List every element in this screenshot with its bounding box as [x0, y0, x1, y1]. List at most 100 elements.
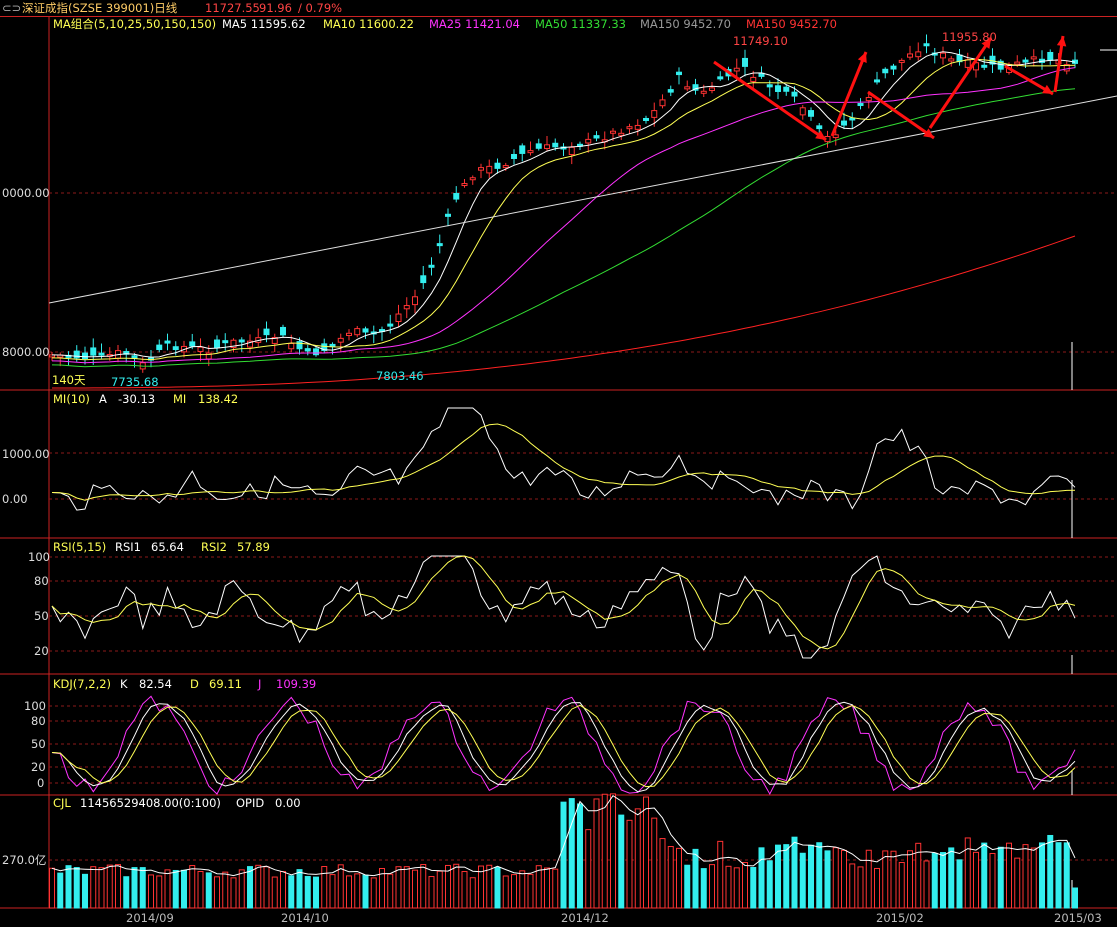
mi-panel[interactable] — [51, 407, 1076, 511]
ma50-label: MA50 11337.33 — [535, 17, 626, 31]
candle-body — [717, 76, 724, 80]
candle-body — [436, 243, 443, 247]
volume-bar — [502, 875, 509, 909]
ma-group-label[interactable]: MA组合(5,10,25,50,150,150) — [53, 17, 216, 31]
candle-body — [535, 143, 542, 149]
volume-bar — [709, 864, 715, 909]
ma10-label: MA10 11600.22 — [323, 17, 414, 31]
candle-body — [172, 346, 179, 351]
candle-body — [733, 67, 740, 72]
volume-bar — [511, 874, 517, 909]
price-panel[interactable] — [48, 34, 1117, 389]
volume-bar — [205, 872, 212, 909]
volume-bar — [1022, 844, 1029, 909]
candle-body — [214, 339, 220, 349]
high-label-1: 11749.10 — [733, 34, 788, 48]
kdj-yaxis-100: 100 — [24, 699, 46, 713]
vol-legend: CJL 11456529408.00(0:100) OPID 0.00 — [53, 796, 301, 810]
candle-body — [799, 107, 806, 116]
candle-body — [841, 120, 847, 126]
volume-bar — [832, 847, 839, 909]
volume-bar — [387, 873, 394, 909]
candle-body — [742, 57, 748, 67]
volume-bar — [742, 862, 748, 909]
volume-bar — [1055, 842, 1062, 909]
candle-body — [354, 328, 361, 336]
x-axis-label-4: 2015/02 — [876, 911, 924, 925]
volume-bar — [197, 870, 204, 909]
vol-name[interactable]: CJL — [53, 796, 71, 810]
candle-body — [618, 132, 625, 136]
low-label-2: 7803.46 — [376, 369, 424, 383]
volume-bar — [626, 819, 633, 909]
volume-bar — [49, 867, 55, 909]
volume-bar — [997, 846, 1004, 909]
volume-bar — [700, 868, 707, 909]
volume-bar — [82, 873, 88, 909]
volume-bar — [568, 798, 575, 909]
volume-panel[interactable] — [49, 793, 1078, 909]
candle-body — [832, 134, 839, 139]
candle-body — [304, 348, 311, 352]
volume-bar — [230, 877, 237, 909]
rsi-yaxis-80: 80 — [34, 574, 49, 588]
candle-body — [73, 350, 80, 359]
volume-bar — [989, 852, 996, 909]
volume-bar — [841, 849, 847, 909]
candle-body — [445, 213, 451, 217]
rsi-name[interactable]: RSI(5,15) — [53, 540, 106, 554]
candle-body — [659, 99, 666, 107]
volume-bar — [931, 852, 938, 909]
ma25-line — [51, 67, 1076, 364]
volume-bar — [436, 870, 443, 909]
volume-bar — [57, 872, 64, 909]
ma150-red-label: MA150 9452.70 — [746, 17, 837, 31]
volume-bar — [692, 848, 699, 909]
mi-mi-line — [51, 423, 1076, 501]
vol-opid-value: 0.00 — [275, 796, 301, 810]
trend-arrow-0 — [713, 60, 827, 142]
rsi2-line — [51, 555, 1076, 650]
candle-body — [189, 341, 196, 347]
candle-body — [857, 103, 864, 107]
volume-bar — [494, 866, 501, 909]
volume-bar — [1039, 842, 1045, 909]
volume-bar — [725, 865, 732, 909]
candle-body — [808, 110, 814, 117]
stock-chart[interactable]: ⊂⊃ 深证成指(SZSE 399001)日线 11727.55 91.96 / … — [0, 0, 1117, 927]
candle-body — [981, 64, 988, 68]
volume-bar — [486, 864, 493, 909]
rsi-panel[interactable] — [51, 555, 1076, 659]
candle-body — [519, 145, 526, 154]
volume-bar — [395, 866, 402, 909]
candle-body — [428, 264, 435, 268]
candle-body — [420, 275, 427, 284]
kdj-k-value: 82.54 — [139, 677, 172, 691]
volume-bar — [618, 814, 625, 909]
x-axis-label-1: 2014/09 — [126, 911, 174, 925]
kdj-panel[interactable] — [51, 695, 1076, 796]
candle-body — [197, 346, 204, 352]
kdj-j-label: J — [257, 677, 261, 691]
vol-yaxis-label: 270.0亿 — [2, 853, 46, 867]
volume-bar — [552, 868, 559, 909]
volume-bar — [973, 851, 979, 909]
candle-body — [700, 90, 707, 94]
mi-yaxis-0: 0.00 — [2, 492, 28, 506]
volume-bar — [123, 876, 130, 909]
menu-icon[interactable]: ⊂⊃ — [2, 1, 21, 15]
candle-body — [238, 339, 245, 343]
volume-bar — [337, 864, 344, 909]
candle-body — [1030, 56, 1037, 60]
volume-bar — [288, 875, 295, 909]
candle-body — [552, 142, 559, 148]
mi-name[interactable]: MI(10) — [53, 392, 90, 406]
candle-body — [478, 167, 484, 171]
candle-body — [816, 125, 823, 130]
candle-body — [948, 58, 955, 62]
volume-bar — [321, 866, 328, 909]
rsi1-label: RSI1 — [115, 540, 141, 554]
mi-mi-value: 138.42 — [198, 392, 238, 406]
kdj-name[interactable]: KDJ(7,2,2) — [53, 677, 111, 691]
volume-bar — [519, 870, 526, 909]
